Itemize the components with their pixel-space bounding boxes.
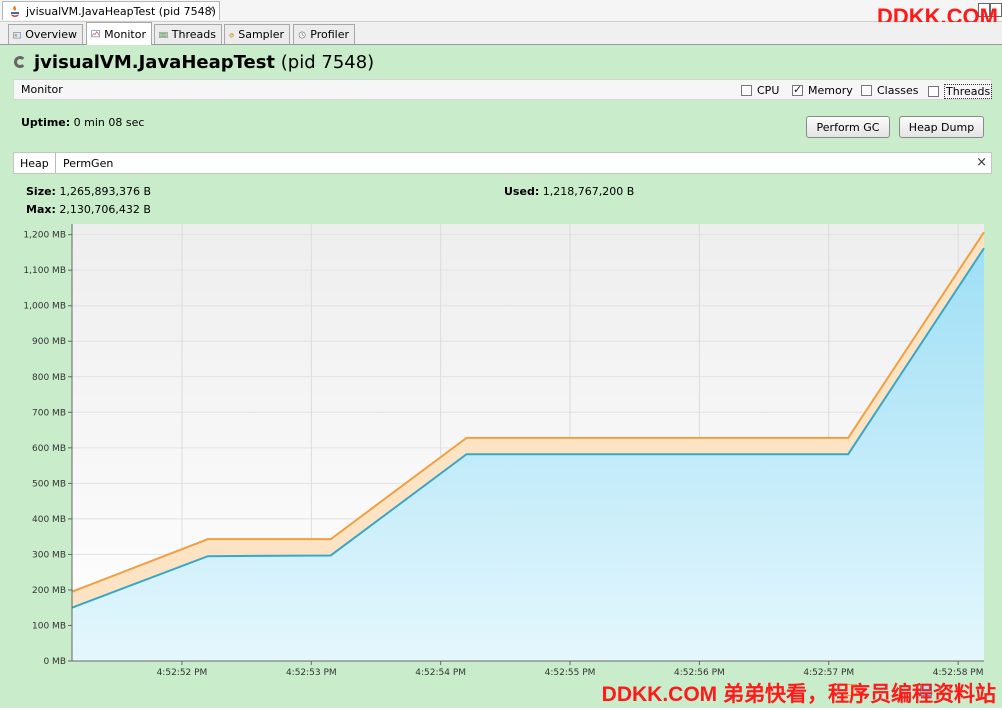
page-title: jvisualVM.JavaHeapTest (pid 7548) bbox=[34, 52, 374, 73]
watermark-bottom: DDKK.COM 弟弟快看，程序员编程资料站 bbox=[601, 683, 996, 706]
tab-overview[interactable]: Overview bbox=[8, 24, 83, 44]
checkbox-label: CPU bbox=[757, 84, 780, 97]
y-tick-label: 1,000 MB bbox=[23, 302, 66, 312]
profiler-icon bbox=[298, 31, 306, 38]
close-icon[interactable]: × bbox=[207, 4, 215, 15]
heap-chart-svg: 0 MB 100 MB 200 MB 300 MB 400 MB 500 MB 600 MB… bbox=[23, 224, 985, 678]
used-value: 1,218,767,200 B bbox=[542, 185, 635, 198]
tab-permgen[interactable]: PermGen bbox=[57, 153, 119, 173]
y-tick-label: 100 MB bbox=[32, 621, 66, 631]
checkbox-checked-icon[interactable] bbox=[792, 83, 803, 96]
y-tick-label: 800 MB bbox=[32, 373, 66, 383]
checkbox-label: Threads bbox=[944, 84, 993, 99]
y-tick-label: 300 MB bbox=[32, 550, 66, 560]
y-tick-label: 1,200 MB bbox=[23, 231, 66, 241]
tab-threads[interactable]: Threads bbox=[154, 24, 222, 44]
x-tick-label: 4:52:53 PM bbox=[286, 668, 337, 678]
checkbox-icon[interactable] bbox=[861, 85, 872, 96]
monitor-label: Monitor bbox=[21, 83, 63, 96]
uptime-label: Uptime: bbox=[21, 116, 71, 129]
checkbox-cpu[interactable]: CPU bbox=[741, 84, 779, 97]
heap-dump-button[interactable]: Heap Dump bbox=[899, 116, 984, 138]
threads-icon bbox=[159, 31, 168, 38]
checkbox-threads[interactable]: Threads bbox=[928, 84, 993, 99]
monitor-icon bbox=[91, 30, 100, 38]
x-tick-label: 4:52:58 PM bbox=[933, 668, 984, 678]
perform-gc-button[interactable]: Perform GC bbox=[806, 116, 890, 138]
y-tick-label: 500 MB bbox=[32, 479, 66, 489]
y-tick-label: 700 MB bbox=[32, 408, 66, 418]
tab-profiler[interactable]: Profiler bbox=[293, 24, 355, 44]
x-tick-label: 4:52:57 PM bbox=[803, 668, 854, 678]
sampler-icon bbox=[229, 32, 234, 37]
title-bar: jvisualVM.JavaHeapTest (pid 7548) × bbox=[0, 0, 1002, 22]
y-tick-label: 900 MB bbox=[32, 337, 66, 347]
uptime-value: 0 min 08 sec bbox=[73, 116, 145, 129]
heap-used-stat: Used: 1,218,767,200 B bbox=[504, 185, 634, 198]
tab-label: Overview bbox=[25, 28, 77, 41]
max-value: 2,130,706,432 B bbox=[59, 203, 151, 216]
size-value: 1,265,893,376 B bbox=[59, 185, 151, 198]
tab-heap[interactable]: Heap bbox=[14, 153, 56, 173]
x-tick-label: 4:52:56 PM bbox=[674, 668, 725, 678]
view-tabs: Overview Monitor Threads Sampler Profile… bbox=[0, 22, 1002, 45]
tab-sampler[interactable]: Sampler bbox=[224, 24, 290, 44]
document-tab[interactable]: jvisualVM.JavaHeapTest (pid 7548) × bbox=[2, 1, 220, 20]
app-pid: (pid 7548) bbox=[280, 52, 375, 73]
checkbox-memory[interactable]: Memory bbox=[792, 83, 853, 97]
tab-label: Sampler bbox=[238, 28, 284, 41]
java-icon bbox=[11, 6, 19, 17]
close-icon[interactable]: × bbox=[976, 155, 987, 170]
size-label: Size: bbox=[26, 185, 56, 198]
y-tick-label: 0 MB bbox=[43, 657, 66, 667]
x-tick-label: 4:52:55 PM bbox=[545, 668, 596, 678]
heap-tabs: Heap PermGen × bbox=[13, 152, 992, 174]
heap-size-stat: Size: 1,265,893,376 B bbox=[26, 185, 151, 198]
used-label: Used: bbox=[504, 185, 540, 198]
x-tick-label: 4:52:52 PM bbox=[157, 668, 208, 678]
max-label: Max: bbox=[26, 203, 56, 216]
checkbox-label: Classes bbox=[877, 84, 919, 97]
heap-max-stat: Max: 2,130,706,432 B bbox=[26, 203, 151, 216]
y-tick-label: 400 MB bbox=[32, 515, 66, 525]
document-tab-title: jvisualVM.JavaHeapTest (pid 7548) bbox=[26, 4, 216, 18]
tab-label: Profiler bbox=[310, 28, 349, 41]
checkbox-label: Memory bbox=[808, 84, 853, 97]
app-name: jvisualVM.JavaHeapTest bbox=[34, 52, 276, 73]
overview-icon bbox=[13, 31, 21, 38]
tab-monitor[interactable]: Monitor bbox=[86, 22, 152, 45]
y-tick-label: 1,100 MB bbox=[23, 266, 66, 276]
tab-label: Threads bbox=[171, 28, 216, 41]
tab-label: Monitor bbox=[104, 27, 146, 41]
checkbox-classes[interactable]: Classes bbox=[861, 84, 918, 97]
checkbox-icon[interactable] bbox=[928, 86, 939, 97]
loading-spinner-icon bbox=[14, 56, 26, 68]
y-tick-label: 600 MB bbox=[32, 444, 66, 454]
checkbox-icon[interactable] bbox=[741, 85, 752, 96]
y-tick-label: 200 MB bbox=[32, 586, 66, 596]
uptime: Uptime: 0 min 08 sec bbox=[21, 116, 144, 129]
x-tick-label: 4:52:54 PM bbox=[415, 668, 466, 678]
heap-chart: 0 MB 100 MB 200 MB 300 MB 400 MB 500 MB 600 MB… bbox=[13, 224, 992, 708]
monitor-options-bar: Monitor CPU Memory Classes Threads bbox=[13, 79, 993, 100]
